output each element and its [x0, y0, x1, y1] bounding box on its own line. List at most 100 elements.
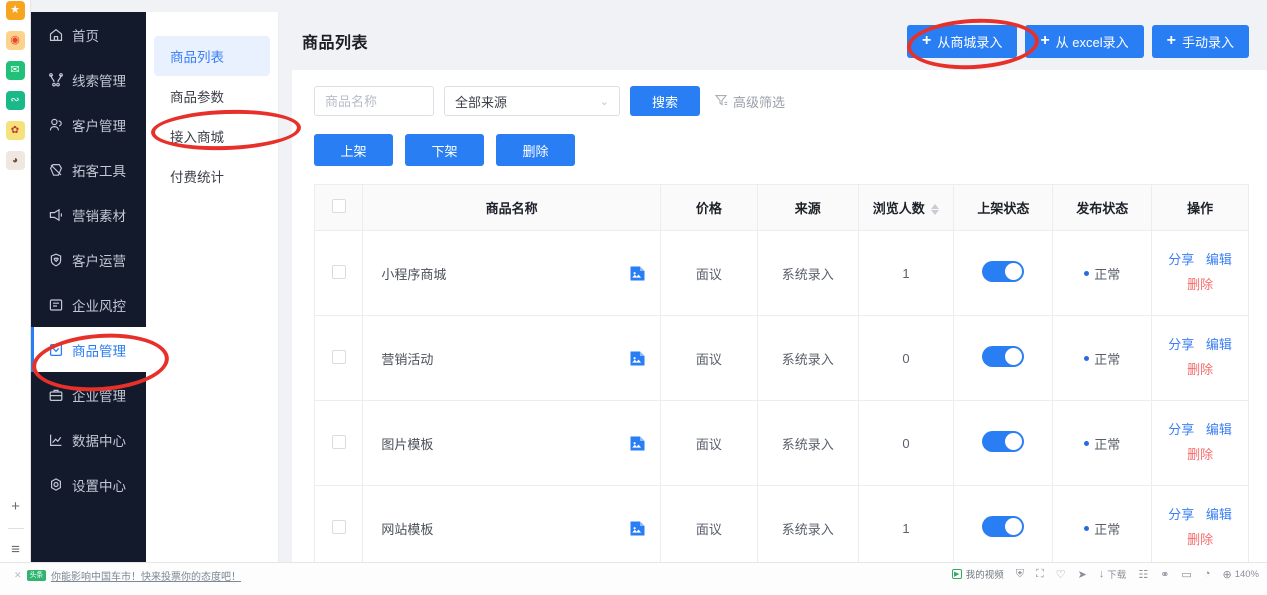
promo-link[interactable]: 你能影响中国车市！快来投票你的态度吧！ [51, 568, 241, 583]
manual-import-button[interactable]: + 手动录入 [1151, 24, 1249, 58]
delete-link[interactable]: 删除 [1187, 362, 1213, 377]
shelf-status-toggle[interactable] [982, 516, 1025, 537]
edit-link[interactable]: 编辑 [1206, 252, 1232, 267]
goods-table-wrap: 商品名称 价格 来源 浏览人数 上架状态 发布状态 操作 小程序商城 面议 系统… [292, 184, 1267, 562]
rocket-icon[interactable]: ➤ [1078, 568, 1087, 581]
button-label: 从商城录入 [937, 34, 1003, 50]
table-row[interactable]: 图片模板 面议 系统录入 0 正常 分享 编辑 删除 [313, 400, 1249, 486]
weibo-bookmark-icon[interactable]: ◉ [5, 31, 25, 50]
row-checkbox[interactable] [331, 349, 346, 364]
import-from-mall-button[interactable]: + 从商城录入 [906, 24, 1018, 58]
bookmark-list-button[interactable]: ≡ [11, 542, 20, 557]
select-all-checkbox[interactable] [331, 199, 346, 213]
sidebar-item-marketing-materials[interactable]: 营销素材 [31, 192, 146, 237]
delete-link[interactable]: 删除 [1187, 447, 1213, 462]
search-button[interactable]: 搜索 [630, 86, 701, 116]
panda-bookmark-icon[interactable]: ◕ [5, 151, 25, 170]
operations-cell: 分享 编辑 删除 [1151, 400, 1249, 486]
goods-name: 营销活动 [381, 351, 434, 367]
sidebar-item-expansion-tools[interactable]: 拓客工具 [31, 147, 146, 192]
share-link[interactable]: 分享 [1168, 422, 1194, 437]
sidebar-item-enterprise-risk[interactable]: 企业风控 [31, 282, 146, 327]
status-dot [1084, 440, 1090, 446]
link-icon[interactable]: ⚭ [1160, 568, 1169, 581]
share-link[interactable]: 分享 [1168, 252, 1194, 267]
take-off-shelf-button[interactable]: 下架 [405, 134, 484, 166]
row-checkbox[interactable] [331, 264, 346, 279]
row-checkbox[interactable] [331, 434, 346, 449]
shelf-status-toggle[interactable] [982, 261, 1025, 282]
share-link[interactable]: 分享 [1168, 337, 1194, 352]
publish-status-cell: 正常 [1052, 485, 1153, 562]
add-bookmark-button[interactable]: + [11, 499, 20, 514]
import-from-excel-button[interactable]: + 从 excel录入 [1025, 24, 1144, 58]
submenu-item-access-mall[interactable]: 接入商城 [154, 116, 270, 156]
star-bookmark-icon[interactable]: ★ [5, 1, 25, 20]
delete-button[interactable]: 删除 [496, 134, 575, 166]
share-link[interactable]: 分享 [1168, 507, 1194, 522]
sidebar-item-goods-management[interactable]: 商品管理 [31, 327, 146, 372]
mail-bookmark-icon[interactable]: ✉ [5, 61, 25, 80]
source-select[interactable]: 全部来源 ⌄ [444, 86, 620, 116]
column-header-views[interactable]: 浏览人数 [857, 184, 955, 231]
download-icon[interactable]: ↓ 下载 [1099, 567, 1127, 581]
window-icon[interactable]: ▭ [1181, 568, 1191, 581]
select-all-header [313, 184, 364, 231]
home-icon [47, 26, 64, 43]
advanced-filter-button[interactable]: 高级筛选 [714, 92, 785, 111]
sidebar-item-data-center[interactable]: 数据中心 [31, 417, 146, 462]
cloud-bookmark-icon[interactable]: ∾ [5, 91, 25, 110]
toolbox-icon[interactable]: ☷ [1138, 568, 1148, 581]
sidebar-item-customer-management[interactable]: 客户管理 [31, 102, 146, 147]
image-icon[interactable] [629, 265, 646, 282]
heart-icon[interactable]: ♡ [1056, 568, 1066, 581]
volume-icon[interactable]: ◔ [1204, 568, 1211, 580]
row-select-cell [313, 485, 364, 562]
sidebar-item-enterprise-management[interactable]: 企业管理 [31, 372, 146, 417]
image-icon[interactable] [629, 350, 646, 367]
sidebar-item-customer-operations[interactable]: 客户运营 [31, 237, 146, 282]
shelf-status-toggle[interactable] [982, 346, 1025, 367]
operations-cell: 分享 编辑 删除 [1151, 315, 1249, 401]
screenshot-icon[interactable]: ⛶ [1036, 568, 1044, 581]
divider [7, 528, 24, 529]
promo-tag: 头条 [26, 569, 46, 582]
shelf-status-cell [953, 400, 1054, 486]
image-icon[interactable] [629, 435, 646, 452]
submenu-item-paid-stats[interactable]: 付费统计 [154, 156, 270, 196]
submenu-item-goods-params[interactable]: 商品参数 [154, 76, 270, 116]
my-video-label: 我的视频 [965, 570, 1004, 581]
edit-link[interactable]: 编辑 [1206, 507, 1232, 522]
chevron-down-icon: ⌄ [599, 95, 609, 108]
plus-icon: + [1166, 32, 1176, 49]
row-checkbox[interactable] [331, 519, 346, 534]
customer-icon [47, 116, 64, 133]
close-icon[interactable]: ✕ [14, 570, 22, 581]
sidebar-item-label: 企业管理 [72, 388, 126, 404]
image-icon[interactable] [629, 520, 646, 537]
price-cell: 面议 [659, 230, 758, 316]
table-row[interactable]: 网站模板 面议 系统录入 1 正常 分享 编辑 删除 [313, 485, 1249, 562]
sidebar-item-lead-management[interactable]: 线索管理 [31, 57, 146, 102]
zoom-level-button[interactable]: ⊕ 140% [1222, 568, 1259, 581]
submenu-item-goods-list[interactable]: 商品列表 [154, 36, 270, 76]
edit-link[interactable]: 编辑 [1206, 337, 1232, 352]
sidebar-item-settings-center[interactable]: 设置中心 [31, 462, 146, 507]
shield-icon[interactable]: ⛨ [1016, 568, 1024, 581]
filter-icon [714, 93, 728, 110]
photo-bookmark-icon[interactable]: ✿ [5, 121, 25, 140]
goods-name-input[interactable] [314, 86, 434, 116]
column-header-source: 来源 [756, 184, 859, 231]
lead-icon [47, 71, 64, 88]
views-cell: 0 [857, 315, 955, 401]
edit-link[interactable]: 编辑 [1206, 422, 1232, 437]
sidebar-item-home[interactable]: 首页 [31, 12, 146, 57]
table-row[interactable]: 小程序商城 面议 系统录入 1 正常 分享 编辑 删除 [313, 230, 1249, 316]
delete-link[interactable]: 删除 [1187, 532, 1213, 547]
my-video-button[interactable]: ▶ 我的视频 [951, 567, 1004, 581]
put-on-shelf-button[interactable]: 上架 [314, 134, 393, 166]
shelf-status-toggle[interactable] [982, 431, 1025, 452]
table-row[interactable]: 营销活动 面议 系统录入 0 正常 分享 编辑 删除 [313, 315, 1249, 401]
delete-link[interactable]: 删除 [1187, 277, 1213, 292]
sort-toggle-icon[interactable] [931, 204, 940, 216]
